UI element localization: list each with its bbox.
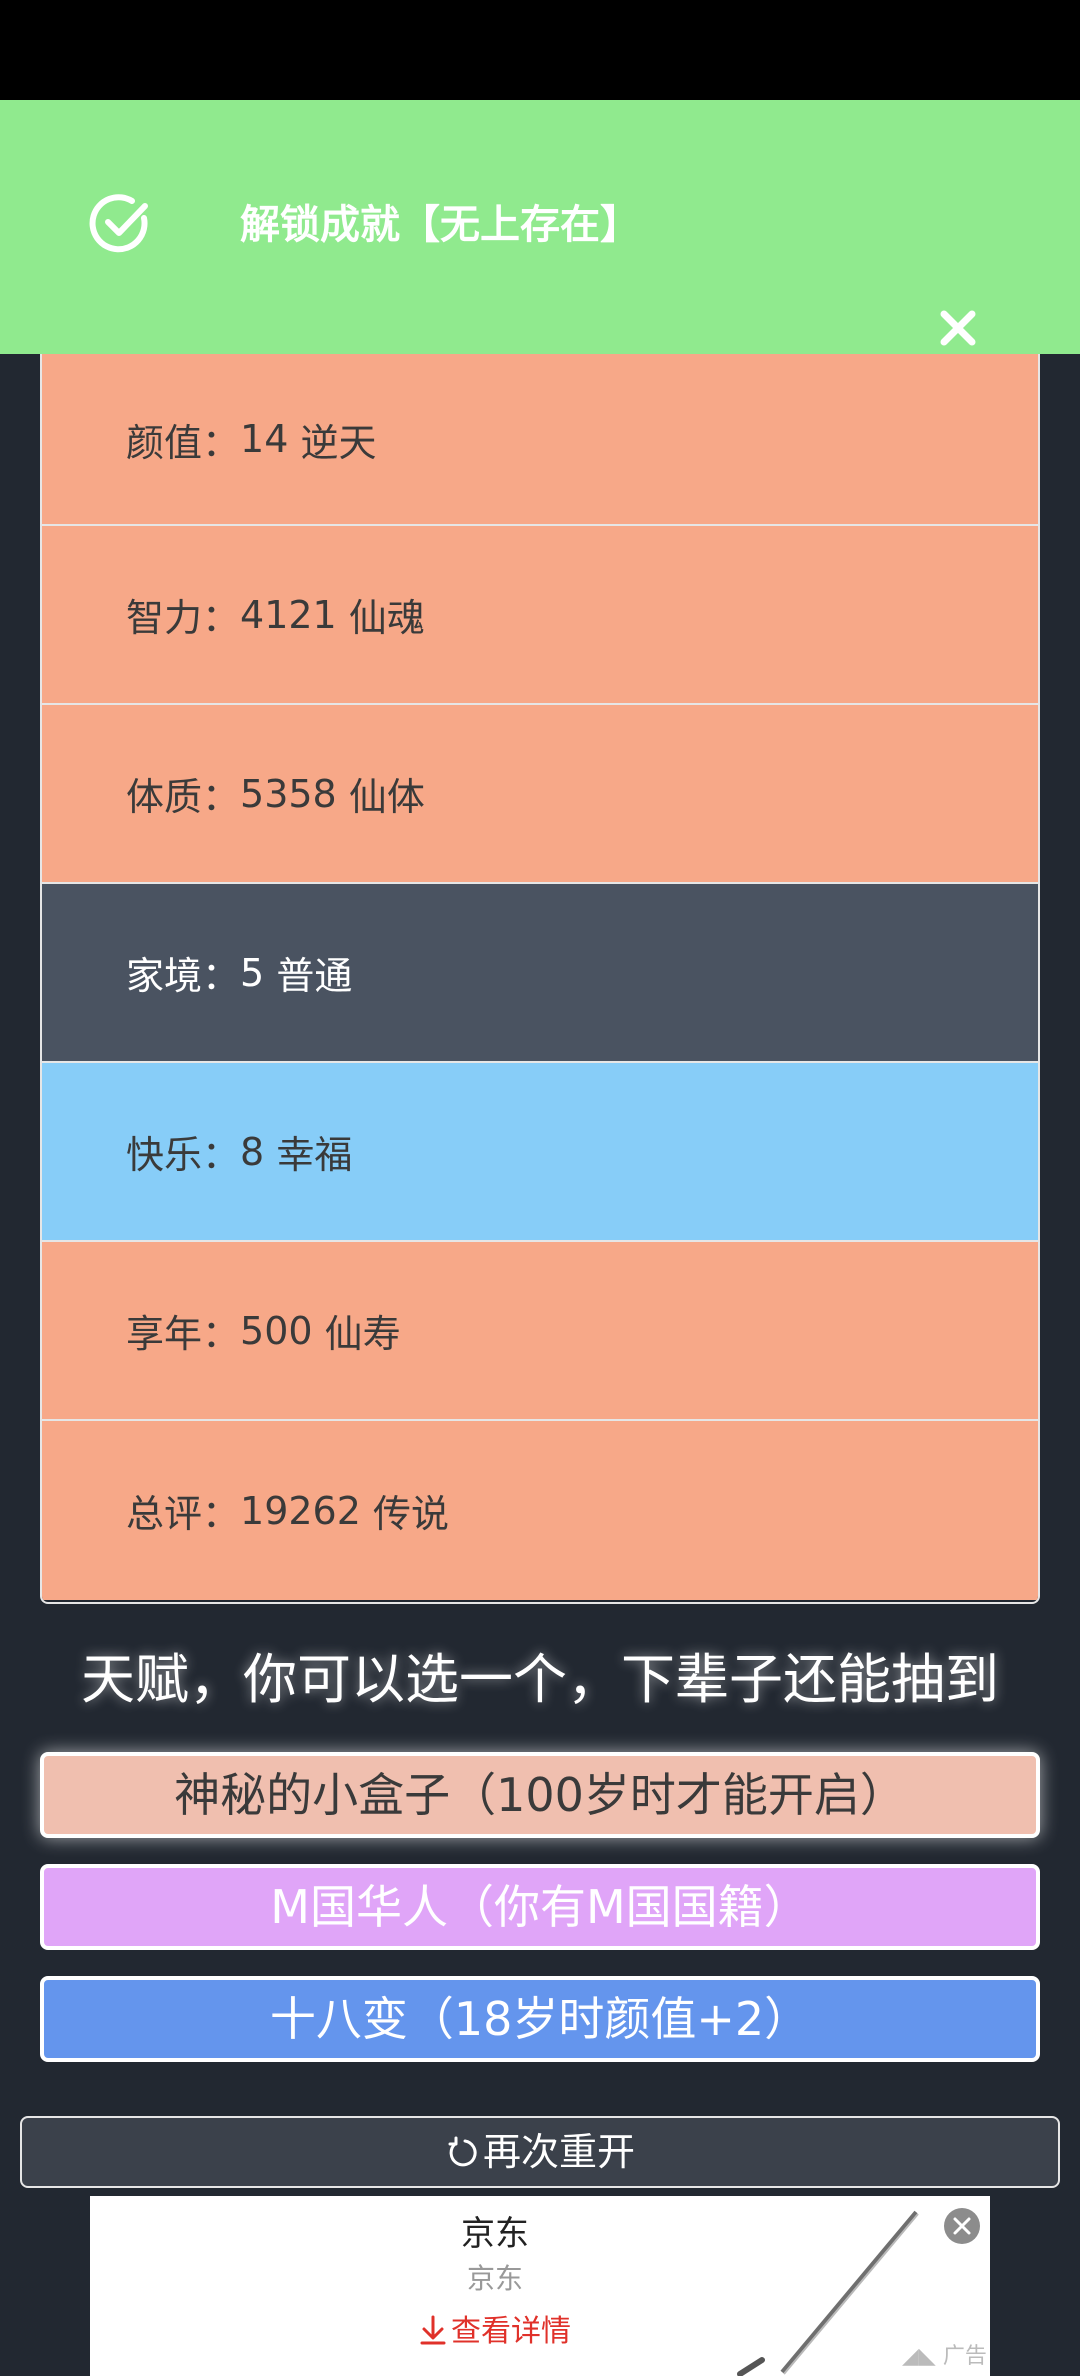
close-icon[interactable]: [932, 302, 984, 354]
stat-value: 500: [240, 1308, 313, 1353]
talent-option-mystery-box[interactable]: 神秘的小盒子（100岁时才能开启）: [40, 1752, 1040, 1838]
ad-details-link[interactable]: 查看详情: [300, 2310, 690, 2354]
stat-value: 19262: [240, 1488, 361, 1533]
talent-option-m-country[interactable]: M国华人（你有M国国籍）: [40, 1864, 1040, 1950]
check-circle-icon: [89, 194, 148, 253]
ad-title: 京东: [461, 2214, 529, 2254]
stat-rank: 仙体: [348, 775, 425, 819]
stat-row-appearance: 颜值： 14 逆天: [42, 354, 1038, 526]
stat-value: 4121: [240, 592, 337, 637]
achievement-toast: 解锁成就【无上存在】: [0, 100, 1080, 354]
stat-label: 体质: [126, 775, 203, 819]
talent-title: 天赋，你可以选一个，下辈子还能抽到: [81, 1648, 999, 1711]
stat-row-total: 总评： 19262 传说: [42, 1421, 1038, 1600]
ad-banner[interactable]: 京东 京东 查看详情 ◢◣ 广告: [90, 2196, 990, 2376]
stat-label: 总评: [126, 1492, 203, 1536]
stat-row-happiness: 快乐： 8 幸福: [42, 1063, 1038, 1242]
stat-rank: 逆天: [300, 420, 377, 465]
stat-value: 14: [240, 417, 289, 461]
ad-link-label: 查看详情: [451, 2314, 571, 2349]
stat-row-lifespan: 享年： 500 仙寿: [42, 1242, 1038, 1421]
status-bar: [0, 0, 1080, 100]
stat-row-intelligence: 智力： 4121 仙魂: [42, 526, 1038, 705]
stat-row-family: 家境： 5 普通: [42, 884, 1038, 1063]
ad-subtitle: 京东: [466, 2262, 523, 2295]
stat-label: 颜值: [126, 420, 203, 465]
stat-label: 快乐: [126, 1133, 203, 1177]
stat-rank: 普通: [276, 954, 353, 998]
stat-rank: 仙寿: [324, 1312, 401, 1356]
stat-value: 5358: [240, 771, 337, 816]
restart-label: 再次重开: [482, 2130, 635, 2174]
stat-row-constitution: 体质： 5358 仙体: [42, 705, 1038, 884]
stat-label: 智力: [126, 596, 203, 640]
stat-rank: 传说: [373, 1492, 450, 1536]
ad-mark-icon: ◢◣: [902, 2344, 943, 2369]
talent-option-glow-up[interactable]: 十八变（18岁时颜值+2）: [40, 1976, 1040, 2062]
stats-table: 颜值： 14 逆天 智力： 4121 仙魂 体质： 5358 仙体 家境： 5 普通 快…: [40, 354, 1040, 1604]
stat-value: 8: [240, 1129, 265, 1174]
ad-product-image: [737, 2210, 919, 2376]
close-circle-icon[interactable]: [942, 2206, 982, 2246]
stat-label: 家境: [126, 954, 203, 998]
stat-rank: 幸福: [276, 1133, 353, 1177]
stat-value: 5: [240, 950, 265, 995]
download-arrow-icon: [420, 2315, 446, 2345]
refresh-icon: [448, 2136, 477, 2167]
ad-label: ◢◣ 广告: [902, 2344, 987, 2369]
stat-rank: 仙魂: [348, 596, 425, 640]
stat-label: 享年: [126, 1312, 203, 1356]
achievement-text: 解锁成就【无上存在】: [240, 202, 640, 248]
restart-button[interactable]: 再次重开: [20, 2116, 1060, 2188]
